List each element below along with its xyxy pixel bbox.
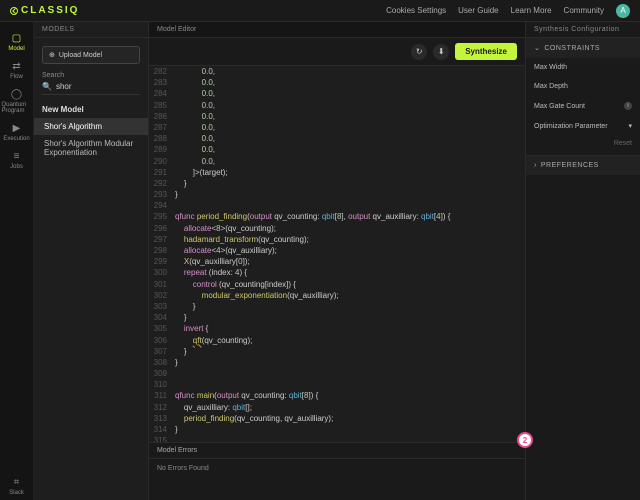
chevron-down-icon: ▾ <box>628 122 632 130</box>
code-line: 288 0.0, <box>149 133 525 144</box>
code-line: 295qfunc period_finding(output qv_counti… <box>149 211 525 222</box>
code-line: 292 } <box>149 178 525 189</box>
models-header: MODELS <box>34 22 148 38</box>
synthesize-button[interactable]: Synthesize <box>455 43 517 60</box>
code-line: 308} <box>149 357 525 368</box>
editor-header: Model Editor <box>149 22 525 38</box>
brand-text: CLASSIQ <box>21 5 79 16</box>
undo-button[interactable]: ↻ <box>411 44 427 60</box>
code-line: 294 <box>149 200 525 211</box>
code-line: 302 modular_exponentiation(qv_auxilliary… <box>149 290 525 301</box>
nav-label: Jobs <box>10 164 23 170</box>
slack-icon: ⌗ <box>11 476 23 488</box>
code-line: 306 qft(qv_counting); <box>149 335 525 346</box>
logo-icon <box>10 7 18 15</box>
code-editor[interactable]: 282 0.0,283 0.0,284 0.0,285 0.0,286 0.0,… <box>149 66 525 442</box>
nav-model[interactable]: ▢ Model <box>2 28 32 56</box>
info-icon[interactable]: i <box>624 102 632 110</box>
upload-model-button[interactable]: ⊕ Upload Model <box>42 46 140 64</box>
chevron-down-icon: ⌄ <box>534 44 540 52</box>
code-line: 285 0.0, <box>149 100 525 111</box>
nav-icon: ◯ <box>11 88 23 100</box>
code-line: 311qfunc main(output qv_counting: qbit[8… <box>149 390 525 401</box>
errors-body: No Errors Found <box>149 459 525 478</box>
nav-quantum-program[interactable]: ◯ Quantum Program <box>2 84 32 118</box>
config-header: Synthesis Configuration <box>526 22 640 38</box>
config-panel: Synthesis Configuration ⌄ CONSTRAINTS Ma… <box>525 22 640 500</box>
nav-icon: ⇄ <box>11 60 23 72</box>
code-line: 310 <box>149 379 525 390</box>
code-line: 307 } <box>149 346 525 357</box>
field-max-depth[interactable]: Max Depth <box>526 77 640 96</box>
code-line: 309 <box>149 368 525 379</box>
link-user-guide[interactable]: User Guide <box>458 6 498 15</box>
field-max-width[interactable]: Max Width <box>526 58 640 77</box>
notification-badge[interactable]: 2 <box>517 432 533 448</box>
nav-flow[interactable]: ⇄ Flow <box>2 56 32 84</box>
nav-icon: ▢ <box>11 32 23 44</box>
code-line: 289 0.0, <box>149 144 525 155</box>
code-line: 297 hadamard_transform(qv_counting); <box>149 234 525 245</box>
download-button[interactable]: ⬇ <box>433 44 449 60</box>
nav-icon: ▶ <box>11 122 23 134</box>
chevron-right-icon: › <box>534 162 537 169</box>
link-learn-more[interactable]: Learn More <box>511 6 552 15</box>
code-line: 291 ]>(target); <box>149 167 525 178</box>
search-icon: 🔍 <box>42 82 52 91</box>
constraints-toggle[interactable]: ⌄ CONSTRAINTS <box>526 38 640 58</box>
upload-icon: ⊕ <box>49 51 55 59</box>
field-optimization-param[interactable]: Optimization Parameter▾ <box>526 116 640 136</box>
nav-jobs[interactable]: ≡ Jobs <box>2 146 32 174</box>
code-line: 314} <box>149 424 525 435</box>
code-line: 286 0.0, <box>149 111 525 122</box>
field-max-gate-count[interactable]: Max Gate Counti <box>526 96 640 116</box>
model-item[interactable]: Shor's Algorithm <box>34 118 148 135</box>
preferences-toggle[interactable]: › PREFERENCES <box>526 156 640 175</box>
brand-logo: CLASSIQ <box>10 5 79 16</box>
errors-header: Model Errors <box>149 443 525 459</box>
errors-panel: Model Errors No Errors Found <box>149 442 525 500</box>
nav-label: Quantum Program <box>2 102 32 114</box>
code-line: 312 qv_auxilliary: qbit[]; <box>149 402 525 413</box>
nav-label: Slack <box>9 490 24 496</box>
code-line: 298 allocate<4>(qv_auxilliary); <box>149 245 525 256</box>
nav-slack[interactable]: ⌗ Slack <box>2 472 32 500</box>
code-line: 304 } <box>149 312 525 323</box>
editor-panel: Model Editor ↻ ⬇ Synthesize 282 0.0,283 … <box>149 22 525 500</box>
code-line: 299 X(qv_auxilliary[0]); <box>149 256 525 267</box>
code-line: 293} <box>149 189 525 200</box>
code-line: 290 0.0, <box>149 156 525 167</box>
code-line: 283 0.0, <box>149 77 525 88</box>
editor-toolbar: ↻ ⬇ Synthesize <box>149 38 525 66</box>
code-line: 300 repeat (index: 4) { <box>149 267 525 278</box>
link-cookies[interactable]: Cookies Settings <box>386 6 446 15</box>
nav-label: Flow <box>10 74 23 80</box>
reset-button[interactable]: Reset <box>526 140 632 147</box>
code-line: 315 <box>149 435 525 442</box>
top-links: Cookies Settings User Guide Learn More C… <box>386 4 630 18</box>
nav-execution[interactable]: ▶ Execution <box>2 118 32 146</box>
code-line: 282 0.0, <box>149 66 525 77</box>
code-line: 296 allocate<8>(qv_counting); <box>149 223 525 234</box>
code-line: 284 0.0, <box>149 88 525 99</box>
code-line: 301 control (qv_counting[index]) { <box>149 279 525 290</box>
nav-label: Execution <box>3 136 29 142</box>
upload-label: Upload Model <box>59 52 102 59</box>
code-line: 303 } <box>149 301 525 312</box>
model-item[interactable]: Shor's Algorithm Modular Exponentiation <box>34 135 148 161</box>
code-line: 287 0.0, <box>149 122 525 133</box>
section-new-model: New Model <box>34 101 148 118</box>
left-nav: ▢ Model ⇄ Flow ◯ Quantum Program ▶ Execution ≡ Jo… <box>0 22 34 500</box>
search-label: Search <box>34 72 148 79</box>
avatar[interactable]: A <box>616 4 630 18</box>
models-panel: MODELS ⊕ Upload Model Search 🔍 ☰ New Mod… <box>34 22 149 500</box>
code-line: 313 period_finding(qv_counting, qv_auxil… <box>149 413 525 424</box>
nav-label: Model <box>8 46 24 52</box>
constraints-label: CONSTRAINTS <box>544 45 600 52</box>
preferences-label: PREFERENCES <box>541 162 599 169</box>
code-line: 305 invert { <box>149 323 525 334</box>
link-community[interactable]: Community <box>564 6 604 15</box>
nav-icon: ≡ <box>11 150 23 162</box>
